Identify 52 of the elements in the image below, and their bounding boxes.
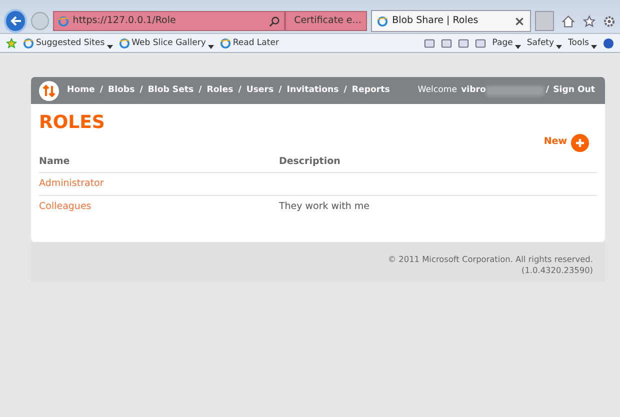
browser-icon (23, 38, 34, 48)
redacted-area (486, 86, 544, 96)
forward-button[interactable] (31, 12, 49, 30)
search-icon (269, 16, 280, 26)
command-menu[interactable]: Page (492, 36, 513, 50)
column-header: Name (39, 152, 279, 172)
browser-icon (118, 38, 130, 48)
column-header: Description (278, 152, 597, 172)
settings-icon (603, 14, 616, 28)
command-menu[interactable]: Tools (568, 36, 589, 50)
nav-link[interactable]: Users (246, 84, 274, 97)
copyright-text: © 2011 Microsoft Corporation. All rights reserved. (386, 254, 593, 266)
new-tab-button[interactable] (534, 11, 554, 31)
arrow-left-icon (10, 15, 22, 27)
address-bar[interactable]: https://127.0.0.1/Role (52, 11, 286, 31)
page-title: ROLES (39, 112, 106, 134)
separator: / (278, 84, 282, 97)
browser-icon (58, 16, 69, 26)
table-cell: They work with me (278, 201, 370, 212)
logo-icon (39, 80, 59, 100)
back-button[interactable] (4, 9, 28, 33)
favorites-item[interactable]: Suggested Sites (36, 36, 105, 50)
separator: / (546, 84, 550, 97)
sign-out-link[interactable]: Sign Out (553, 84, 595, 97)
favorites-item[interactable]: Web Slice Gallery (132, 36, 206, 50)
close-icon (514, 16, 525, 26)
welcome-text: Welcome (418, 84, 458, 97)
browser-tab[interactable]: Certificate e... (285, 11, 368, 31)
nav-link[interactable]: Blobs (108, 84, 135, 97)
separator: / (344, 84, 347, 97)
role-link[interactable]: Administrator (39, 178, 104, 189)
browser-icon (377, 16, 388, 26)
star-icon (582, 14, 596, 28)
separator: / (100, 84, 104, 97)
browser-icon (220, 38, 231, 48)
command-menu[interactable]: Safety (526, 36, 554, 50)
separator: / (140, 84, 143, 97)
version-text: (1.0.4320.23590) (520, 265, 593, 276)
favorites-star-icon (6, 38, 17, 48)
nav-link[interactable]: Home (67, 84, 95, 97)
new-button[interactable]: New (544, 134, 589, 152)
separator: / (238, 84, 242, 97)
browser-tab[interactable]: Blob Share | Roles (371, 10, 531, 32)
separator: / (198, 84, 202, 97)
nav-link[interactable]: Invitations (286, 84, 339, 97)
user-name: vibro (461, 84, 486, 97)
nav-link[interactable]: Reports (352, 84, 390, 97)
favorites-item[interactable]: Read Later (232, 36, 279, 50)
role-link[interactable]: Colleagues (39, 201, 92, 212)
plus-icon (571, 134, 589, 152)
nav-link[interactable]: Roles (206, 84, 234, 97)
nav-link[interactable]: Blob Sets (148, 84, 194, 97)
